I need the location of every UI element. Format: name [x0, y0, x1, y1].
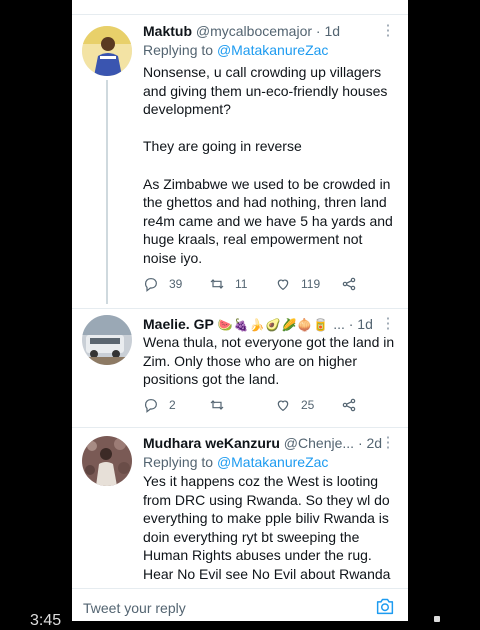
like-count: 25 [301, 398, 315, 412]
avatar[interactable] [82, 26, 132, 76]
share-icon [342, 398, 356, 412]
tweet-header: Mudhara weKanzuru @Chenje... · 2d [143, 434, 394, 452]
avatar[interactable] [82, 436, 132, 486]
status-indicator [434, 616, 440, 622]
more-options-icon[interactable]: ⋮ [380, 434, 396, 452]
tweet-header: Maelie. GP 🍉🍇🍌🥑🌽🧅🥫 ... · 1d [143, 315, 394, 334]
reply-count: 39 [169, 277, 183, 291]
author-emojis: 🍉🍇🍌🥑🌽🧅🥫 [217, 318, 330, 332]
like-button[interactable]: 25 [275, 397, 314, 413]
tweet-text: Nonsense, u call crowding up villagers a… [143, 64, 393, 266]
share-button[interactable] [341, 276, 357, 292]
avatar-image [82, 315, 132, 365]
tweet-header: Maktub @mycalbocemajor · 1d [143, 22, 394, 40]
camera-icon[interactable] [375, 597, 395, 615]
avatar[interactable] [82, 315, 132, 365]
reply-count: 2 [169, 398, 176, 412]
tweet-text: Yes it happens coz the West is looting f… [143, 473, 394, 582]
avatar-image [82, 436, 132, 486]
tweet-time[interactable]: · 1d [316, 23, 340, 39]
heart-icon [277, 400, 289, 412]
tweet-actions: 39 11 119 [143, 276, 363, 296]
retweet-icon [210, 279, 224, 289]
tweet-time[interactable]: · 2d [358, 435, 382, 451]
reply-icon [145, 278, 157, 292]
replying-to: Replying to @MatakanureZac [143, 41, 328, 59]
reply-input-placeholder[interactable]: Tweet your reply [83, 600, 186, 616]
reply-composer[interactable]: Tweet your reply [72, 588, 408, 621]
replying-to-handle[interactable]: @MatakanureZac [217, 42, 328, 58]
share-button[interactable] [341, 397, 357, 413]
replying-to-handle[interactable]: @MatakanureZac [217, 454, 328, 470]
retweet-button[interactable]: 11 [209, 276, 247, 292]
tweet-maelie[interactable]: Maelie. GP 🍉🍇🍌🥑🌽🧅🥫 ... · 1d ⋮ Wena thula… [72, 309, 408, 427]
heart-icon [277, 279, 289, 291]
tweet-text: Wena thula, not everyone got the land in… [143, 334, 399, 388]
replying-to: Replying to @MatakanureZac [143, 453, 328, 471]
thread-connector-line [106, 80, 108, 304]
status-time: 3:45 [30, 612, 62, 629]
retweet-button[interactable] [209, 397, 235, 413]
like-button[interactable]: 119 [275, 276, 320, 292]
tweet-actions: 2 25 [143, 397, 363, 417]
more-options-icon[interactable]: ⋮ [380, 315, 396, 333]
retweet-icon [210, 400, 224, 410]
reply-button[interactable]: 2 [143, 397, 176, 413]
like-count: 119 [301, 277, 321, 291]
more-options-icon[interactable]: ⋮ [380, 22, 396, 40]
tweet-mudhara[interactable]: Mudhara weKanzuru @Chenje... · 2d ⋮ Repl… [72, 428, 408, 588]
avatar-image [82, 26, 132, 76]
tweet-time[interactable]: · 1d [349, 316, 373, 332]
author-handle[interactable]: @mycalbocemajor [196, 23, 312, 39]
author-name[interactable]: Maelie. GP [143, 316, 214, 332]
reply-icon [145, 399, 157, 413]
replying-to-prefix: Replying to [143, 42, 217, 58]
author-handle[interactable]: @Chenje... [284, 435, 354, 451]
retweet-count: 11 [235, 277, 248, 291]
author-handle-ellipsis[interactable]: ... [333, 316, 345, 332]
share-icon [342, 277, 356, 291]
author-name[interactable]: Maktub [143, 23, 192, 39]
reply-button[interactable]: 39 [143, 276, 182, 292]
replying-to-prefix: Replying to [143, 454, 217, 470]
tweet-maktub[interactable]: Maktub @mycalbocemajor · 1d ⋮ Replying t… [72, 0, 408, 308]
author-name[interactable]: Mudhara weKanzuru [143, 435, 280, 451]
tweet-thread-screen: Maktub @mycalbocemajor · 1d ⋮ Replying t… [72, 0, 408, 621]
